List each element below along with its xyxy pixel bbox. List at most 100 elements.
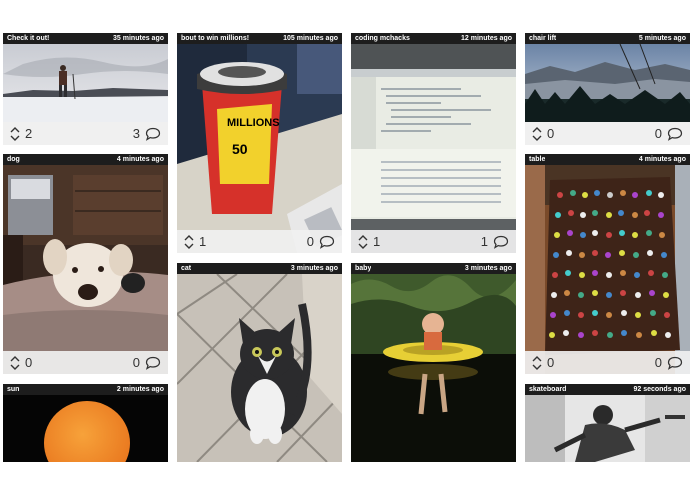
card-photo[interactable] bbox=[3, 165, 168, 374]
card-header: dog 4 minutes ago bbox=[3, 154, 168, 165]
card-photo[interactable] bbox=[351, 44, 516, 253]
comments-control[interactable]: 0 bbox=[655, 126, 683, 141]
card-photo[interactable] bbox=[3, 44, 168, 122]
dog-photo bbox=[3, 165, 168, 374]
comment-count: 3 bbox=[132, 126, 140, 141]
photo-card-coding-mchacks[interactable]: coding mchacks 12 minutes ago 1 1 bbox=[351, 33, 516, 253]
card-footer: 1 0 bbox=[177, 230, 342, 253]
comments-control[interactable]: 0 bbox=[307, 234, 335, 249]
photo-card-check-it-out[interactable]: Check it out! 35 minutes ago 2 3 bbox=[3, 33, 168, 145]
vote-control[interactable]: 0 bbox=[532, 126, 554, 142]
card-photo[interactable] bbox=[525, 165, 690, 374]
card-timestamp: 5 minutes ago bbox=[638, 35, 686, 42]
card-timestamp: 4 minutes ago bbox=[638, 156, 686, 163]
photo-card-sun[interactable]: sun 2 minutes ago bbox=[3, 384, 168, 462]
card-photo[interactable] bbox=[525, 395, 690, 462]
photo-card-skateboard[interactable]: skateboard 92 seconds ago bbox=[525, 384, 690, 462]
card-title: chair lift bbox=[529, 35, 557, 42]
card-photo[interactable] bbox=[177, 274, 342, 462]
card-header: Check it out! 35 minutes ago bbox=[3, 33, 168, 44]
snowy-field-person-photo bbox=[3, 44, 168, 122]
up-down-arrows-icon[interactable] bbox=[532, 355, 542, 371]
photo-card-table[interactable]: table 4 minutes ago 0 0 bbox=[525, 154, 690, 374]
vote-count: 0 bbox=[547, 126, 555, 141]
photo-card-dog[interactable]: dog 4 minutes ago 0 0 bbox=[3, 154, 168, 374]
vote-count: 0 bbox=[25, 355, 33, 370]
vote-count: 1 bbox=[199, 234, 207, 249]
up-down-arrows-icon[interactable] bbox=[184, 234, 194, 250]
comments-control[interactable]: 0 bbox=[655, 355, 683, 370]
mountain-view-photo bbox=[525, 44, 690, 122]
up-down-arrows-icon[interactable] bbox=[358, 234, 368, 250]
cup-amount-text: 50 bbox=[232, 141, 248, 157]
card-photo[interactable] bbox=[3, 395, 168, 462]
vote-count: 1 bbox=[373, 234, 381, 249]
vote-count: 0 bbox=[547, 355, 555, 370]
speech-bubble-icon[interactable] bbox=[493, 235, 509, 249]
card-header: baby 3 minutes ago bbox=[351, 263, 516, 274]
card-title: bout to win millions! bbox=[181, 35, 250, 42]
baby-float-photo bbox=[351, 274, 516, 462]
comments-control[interactable]: 0 bbox=[133, 355, 161, 370]
speech-bubble-icon[interactable] bbox=[319, 235, 335, 249]
speech-bubble-icon[interactable] bbox=[667, 127, 683, 141]
sun-photo bbox=[3, 395, 168, 462]
card-header: coding mchacks 12 minutes ago bbox=[351, 33, 516, 44]
card-timestamp: 12 minutes ago bbox=[461, 35, 512, 42]
speech-bubble-icon[interactable] bbox=[145, 127, 161, 141]
vote-control[interactable]: 2 bbox=[10, 126, 32, 142]
photo-card-chair-lift[interactable]: chair lift 5 minutes ago 0 0 bbox=[525, 33, 690, 145]
lottery-cup-photo: MILLIONS 50 bbox=[177, 44, 342, 253]
card-footer: 0 0 bbox=[3, 351, 168, 374]
card-title: coding mchacks bbox=[355, 35, 410, 42]
card-title: baby bbox=[355, 265, 372, 272]
photo-card-cat[interactable]: cat 3 minutes ago bbox=[177, 263, 342, 462]
vote-control[interactable]: 0 bbox=[532, 355, 554, 371]
card-header: skateboard 92 seconds ago bbox=[525, 384, 690, 395]
card-title: skateboard bbox=[529, 386, 567, 393]
skateboarder-photo bbox=[525, 395, 690, 462]
card-header: table 4 minutes ago bbox=[525, 154, 690, 165]
card-photo[interactable] bbox=[351, 274, 516, 462]
vote-control[interactable]: 0 bbox=[10, 355, 32, 371]
vote-control[interactable]: 1 bbox=[358, 234, 380, 250]
comment-count: 0 bbox=[654, 126, 662, 141]
comments-control[interactable]: 3 bbox=[133, 126, 161, 141]
comment-count: 1 bbox=[480, 234, 488, 249]
photo-card-bout-to-win-millions[interactable]: bout to win millions! 105 minutes ago MI… bbox=[177, 33, 342, 253]
photo-card-baby[interactable]: baby 3 minutes ago bbox=[351, 263, 516, 462]
card-photo[interactable]: MILLIONS 50 bbox=[177, 44, 342, 253]
card-title: table bbox=[529, 156, 546, 163]
card-header: sun 2 minutes ago bbox=[3, 384, 168, 395]
card-timestamp: 3 minutes ago bbox=[290, 265, 338, 272]
card-photo[interactable] bbox=[525, 44, 690, 122]
up-down-arrows-icon[interactable] bbox=[532, 126, 542, 142]
comment-count: 0 bbox=[654, 355, 662, 370]
up-down-arrows-icon[interactable] bbox=[10, 126, 20, 142]
card-title: Check it out! bbox=[7, 35, 50, 42]
comments-control[interactable]: 1 bbox=[481, 234, 509, 249]
speech-bubble-icon[interactable] bbox=[145, 356, 161, 370]
card-timestamp: 4 minutes ago bbox=[116, 156, 164, 163]
pin-collection-table-photo bbox=[525, 165, 690, 374]
card-title: dog bbox=[7, 156, 20, 163]
card-footer: 0 0 bbox=[525, 122, 690, 145]
comment-count: 0 bbox=[132, 355, 140, 370]
card-timestamp: 105 minutes ago bbox=[283, 35, 338, 42]
card-header: chair lift 5 minutes ago bbox=[525, 33, 690, 44]
card-header: cat 3 minutes ago bbox=[177, 263, 342, 274]
card-timestamp: 35 minutes ago bbox=[113, 35, 164, 42]
card-timestamp: 3 minutes ago bbox=[464, 265, 512, 272]
up-down-arrows-icon[interactable] bbox=[10, 355, 20, 371]
comment-count: 0 bbox=[306, 234, 314, 249]
card-header: bout to win millions! 105 minutes ago bbox=[177, 33, 342, 44]
vote-control[interactable]: 1 bbox=[184, 234, 206, 250]
card-title: sun bbox=[7, 386, 20, 393]
card-timestamp: 92 seconds ago bbox=[633, 386, 686, 393]
speech-bubble-icon[interactable] bbox=[667, 356, 683, 370]
card-footer: 2 3 bbox=[3, 122, 168, 145]
laptop-screen-code-photo bbox=[351, 44, 516, 253]
card-timestamp: 2 minutes ago bbox=[116, 386, 164, 393]
card-footer: 0 0 bbox=[525, 351, 690, 374]
card-title: cat bbox=[181, 265, 192, 272]
